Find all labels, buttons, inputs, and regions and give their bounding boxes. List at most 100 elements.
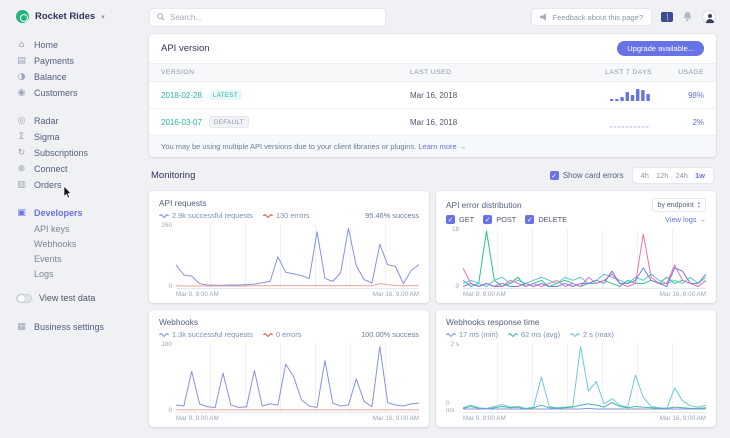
sidebar-item-label: Home <box>34 40 58 50</box>
api-error-distribution-chart <box>463 228 706 288</box>
notifications-bell-icon[interactable] <box>682 11 693 23</box>
sidebar-item-developers[interactable]: ▣ Developers <box>16 205 139 221</box>
legend-avg[interactable]: 62 ms (avg) <box>508 330 560 339</box>
webhooks-response-time-card: Webhooks response time 17 ms (min) 62 ms… <box>436 310 716 427</box>
column-header-usage: USAGE <box>652 64 704 81</box>
get-checkbox[interactable]: ✓ GET <box>446 215 474 224</box>
sidebar-item-customers[interactable]: ◉ Customers <box>16 85 139 101</box>
post-checkbox[interactable]: ✓ POST <box>483 215 516 224</box>
megaphone-icon <box>540 13 548 21</box>
x-tick-end: Mar 16, 9:00 AM <box>660 415 706 422</box>
charts-grid-row-1: API requests 2.9k successful requests 13… <box>149 191 716 303</box>
legend-label: 130 errors <box>276 211 310 220</box>
api-version-panel: API version Upgrade available... VERSION… <box>149 34 716 157</box>
checkbox-checked-icon[interactable]: ✓ <box>550 171 559 180</box>
last-used-value: Mar 16, 2018 <box>410 85 560 106</box>
orders-icon: ▥ <box>16 180 27 190</box>
sidebar-item-subscriptions[interactable]: ↻ Subscriptions <box>16 145 139 161</box>
y-axis: 2 s 0 ms <box>446 343 463 413</box>
sidebar-item-webhooks[interactable]: Webhooks <box>16 236 139 251</box>
y-axis: 18 0 <box>446 228 463 289</box>
checkbox-checked-icon[interactable]: ✓ <box>483 215 492 224</box>
legend-min[interactable]: 17 ms (min) <box>446 330 498 339</box>
y-tick-bottom: 0 <box>455 283 459 290</box>
search-box[interactable] <box>149 8 386 27</box>
version-link[interactable]: 2018-02-28 <box>161 91 202 100</box>
view-logs-link[interactable]: View logs → <box>665 215 706 224</box>
y-tick-top: 260 <box>161 222 172 229</box>
upgrade-available-button[interactable]: Upgrade available... <box>617 41 704 56</box>
checkbox-checked-icon[interactable]: ✓ <box>446 215 455 224</box>
toggle-switch-icon[interactable] <box>16 294 32 303</box>
search-input[interactable] <box>170 13 378 22</box>
sidebar-item-orders[interactable]: ▥ Orders <box>16 177 139 193</box>
legend-errors[interactable]: 130 errors <box>263 211 310 220</box>
chevron-down-icon: ▾ <box>101 13 105 21</box>
webhooks-card: Webhooks 1.3k successful requests 0 erro… <box>149 310 429 427</box>
sidebar-item-home[interactable]: ⌂ Home <box>16 37 139 53</box>
checkbox-checked-icon[interactable]: ✓ <box>525 215 534 224</box>
sidebar-item-api-keys[interactable]: API keys <box>16 221 139 236</box>
sigma-icon: Σ <box>16 132 27 142</box>
sidebar-item-sigma[interactable]: Σ Sigma <box>16 129 139 145</box>
balance-icon: ◑ <box>16 72 27 82</box>
sidebar-item-label: Business settings <box>34 322 104 332</box>
range-24h[interactable]: 24h <box>675 171 688 180</box>
legend-label: 0 errors <box>276 330 301 339</box>
chart-plot-area <box>463 343 706 413</box>
business-settings-icon: ▦ <box>16 322 27 332</box>
squiggle-icon <box>570 332 580 338</box>
legend-label: 1.3k successful requests <box>172 330 253 339</box>
range-12h[interactable]: 12h <box>656 171 669 180</box>
range-4h[interactable]: 4h <box>641 171 649 180</box>
user-avatar[interactable] <box>702 10 716 24</box>
range-1w[interactable]: 1w <box>695 171 705 180</box>
y-tick-top: 180 <box>161 341 172 348</box>
home-icon: ⌂ <box>16 40 27 50</box>
legend-label: 2.9k successful requests <box>172 211 253 220</box>
table-row: 2018-02-28 LATEST Mar 16, 2018 98% <box>149 82 716 109</box>
brand-name: Rocket Rides <box>35 11 95 22</box>
squiggle-icon <box>159 332 169 338</box>
legend-successful-requests[interactable]: 2.9k successful requests <box>159 211 253 220</box>
docs-icon[interactable] <box>661 12 673 22</box>
sidebar-item-label: Sigma <box>34 132 60 142</box>
show-card-errors-checkbox[interactable]: ✓ Show card errors <box>550 171 624 180</box>
sidebar-item-events[interactable]: Events <box>16 251 139 266</box>
x-tick-start: Mar 9, 9:00 AM <box>176 415 219 422</box>
x-tick-start: Mar 9, 9:00 AM <box>463 415 506 422</box>
sidebar-item-label: Orders <box>34 180 62 190</box>
select-value: by endpoint <box>658 202 694 209</box>
by-endpoint-select[interactable]: by endpoint ▴▾ <box>652 198 706 212</box>
legend-successful-requests[interactable]: 1.3k successful requests <box>159 330 253 339</box>
sidebar-item-business-settings[interactable]: ▦ Business settings <box>16 319 139 335</box>
x-axis: Mar 9, 9:00 AM Mar 16, 9:00 AM <box>463 415 706 422</box>
subscriptions-icon: ↻ <box>16 148 27 158</box>
view-test-data-toggle[interactable]: View test data <box>16 293 139 303</box>
sidebar-item-payments[interactable]: ▤ Payments <box>16 53 139 69</box>
version-link[interactable]: 2016-03-07 <box>161 118 202 127</box>
x-axis: Mar 9, 9:00 AM Mar 16, 9:00 AM <box>176 415 419 422</box>
sidebar-item-logs[interactable]: Logs <box>16 266 139 281</box>
sidebar-item-balance[interactable]: ◑ Balance <box>16 69 139 85</box>
sidebar-item-radar[interactable]: ◎ Radar <box>16 113 139 129</box>
usage-value: 2% <box>652 112 704 133</box>
feedback-button[interactable]: Feedback about this page? <box>531 8 652 26</box>
chart-title: API error distribution <box>446 200 522 210</box>
sidebar-item-connect[interactable]: ⊕ Connect <box>16 161 139 177</box>
legend-max[interactable]: 2 s (max) <box>570 330 614 339</box>
account-switcher[interactable]: Rocket Rides ▾ <box>16 10 139 23</box>
legend-errors[interactable]: 0 errors <box>263 330 301 339</box>
learn-more-link[interactable]: Learn more → <box>418 142 466 151</box>
chart-plot-area <box>176 224 419 289</box>
delete-checkbox[interactable]: ✓ DELETE <box>525 215 567 224</box>
chart-plot-area <box>463 228 706 289</box>
last-used-value: Mar 16, 2018 <box>410 112 560 133</box>
chart-title: Webhooks <box>159 317 419 327</box>
chart-plot-area <box>176 343 419 413</box>
column-header-last-used: LAST USED <box>410 64 560 81</box>
y-tick-bottom: 0 ms <box>446 400 459 414</box>
sidebar: Rocket Rides ▾ ⌂ Home ▤ Payments ◑ Balan… <box>0 0 145 438</box>
x-tick-end: Mar 16, 9:00 AM <box>373 291 419 298</box>
api-requests-chart <box>176 224 419 288</box>
